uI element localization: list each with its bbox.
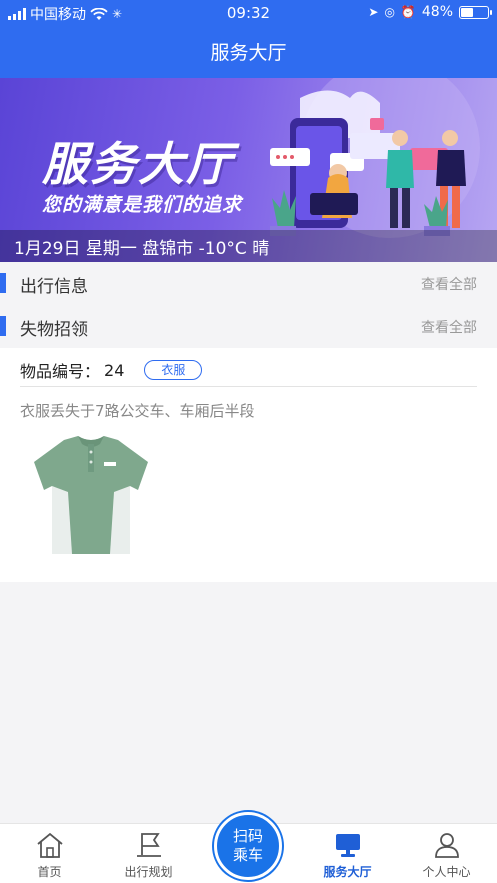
section-title: 失物招领	[20, 320, 88, 340]
section-lost-found: 失物招领 查看全部	[0, 306, 497, 346]
category-tag: 衣服	[144, 360, 203, 380]
weather-text: 1月29日 星期一 盘锦市 -10°C 晴	[14, 238, 270, 259]
item-number: 24	[104, 360, 125, 380]
view-all-lost-link[interactable]: 查看全部	[421, 317, 477, 337]
flag-icon	[136, 833, 161, 857]
section-travel-info: 出行信息 查看全部	[0, 263, 497, 303]
battery-percent: 48%	[421, 4, 453, 20]
user-icon	[434, 833, 459, 858]
section-title: 出行信息	[20, 277, 88, 297]
item-number-row: 物品编号： 24 衣服	[20, 358, 203, 382]
alarm-icon: ⏰	[400, 5, 416, 19]
tab-label: 出行规划	[124, 865, 173, 879]
home-icon	[36, 832, 63, 858]
status-bar: 中国移动 ✳ 09:32 ➤ ◎ ⏰ 48%	[0, 0, 497, 26]
location-icon: ➤	[368, 5, 379, 19]
lock-rotation-icon: ◎	[384, 5, 395, 19]
item-photo[interactable]	[26, 432, 156, 558]
tab-label: 服务大厅	[323, 865, 372, 879]
divider	[20, 386, 477, 387]
tab-trip-planning[interactable]: 出行规划	[99, 824, 198, 883]
tab-label: 首页	[37, 865, 62, 879]
section-marker	[0, 273, 6, 293]
monitor-icon	[335, 834, 360, 857]
section-marker	[0, 316, 6, 336]
item-number-label: 物品编号：	[20, 362, 101, 381]
tab-service-hall[interactable]: 服务大厅	[298, 824, 397, 883]
scan-to-ride-button[interactable]: 扫码 乘车	[214, 812, 282, 880]
tab-label: 个人中心	[422, 865, 471, 879]
item-description: 衣服丢失于7路公交车、车厢后半段	[20, 402, 255, 420]
banner[interactable]: 服务大厅 您的满意是我们的追求 1月29日 星期一 盘锦市 -10°C 晴	[0, 78, 497, 262]
banner-headline: 服务大厅	[42, 137, 234, 191]
page-title: 服务大厅	[210, 42, 287, 64]
view-all-travel-link[interactable]: 查看全部	[421, 274, 477, 294]
weather-info: 1月29日 星期一 盘锦市 -10°C 晴	[0, 230, 497, 262]
banner-slogan: 您的满意是我们的追求	[42, 194, 243, 216]
lost-item-card[interactable]: 物品编号： 24 衣服 衣服丢失于7路公交车、车厢后半段	[0, 348, 497, 582]
tab-home[interactable]: 首页	[0, 824, 99, 883]
status-right: ➤ ◎ ⏰ 48%	[368, 4, 492, 20]
app-header: 中国移动 ✳ 09:32 ➤ ◎ ⏰ 48% 服务大厅	[0, 0, 497, 78]
battery-icon	[459, 5, 492, 19]
scan-label-2: 乘车	[232, 846, 263, 864]
scan-label-1: 扫码	[232, 827, 263, 845]
tab-profile[interactable]: 个人中心	[397, 824, 496, 883]
